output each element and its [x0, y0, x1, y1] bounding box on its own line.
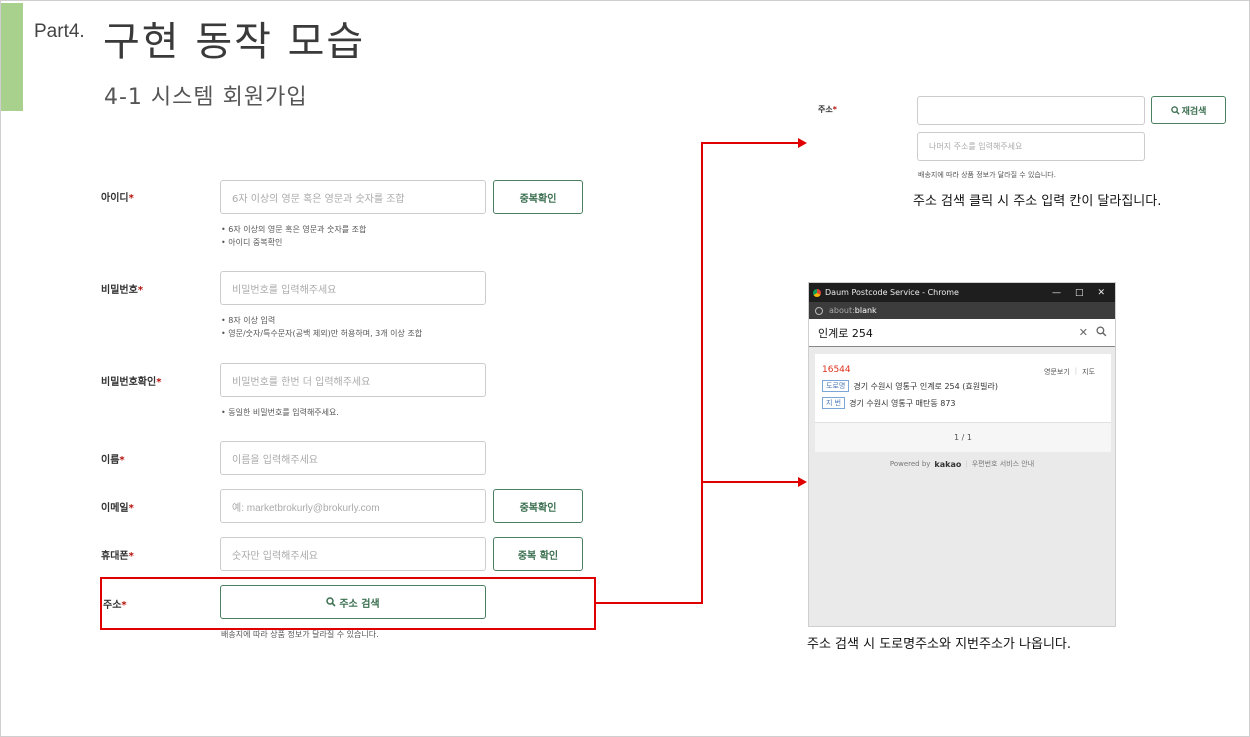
address-detail-input[interactable]: 나머지 주소를 입력해주세요 [917, 132, 1145, 161]
url-path: blank [854, 306, 877, 315]
page-title: 구현 동작 모습 [103, 19, 366, 65]
maximize-icon[interactable]: □ [1075, 288, 1084, 298]
postcode-popup-window: Daum Postcode Service - Chrome — □ ✕ abo… [808, 282, 1116, 627]
phone-duplicate-check-button[interactable]: 중복 확인 [493, 537, 583, 571]
map-link[interactable]: 지도 [1082, 367, 1095, 377]
part-label: Part4. [34, 21, 85, 42]
page-subtitle: 4-1 시스템 회원가입 [104, 85, 308, 110]
zipcode: 16544 [822, 365, 851, 375]
popup-title: Daum Postcode Service - Chrome [825, 288, 959, 297]
postcode-query: 인계로 254 [818, 326, 873, 340]
email-input[interactable]: 예: marketbrokurly@brokurly.com [220, 489, 486, 523]
address-highlight-box [100, 577, 596, 630]
password-hints: • 8자 이상 입력 • 영문/숫자/특수문자(공백 제외)만 허용하며, 3개… [221, 316, 423, 338]
address-expanded-note: 배송지에 따라 상품 정보가 달라질 수 있습니다. [918, 171, 1056, 179]
url-scheme: about: [829, 306, 855, 315]
clear-icon[interactable]: ✕ [1079, 326, 1088, 339]
postcode-result-item[interactable]: 16544 영문보기 | 지도 도로명 경기 수원시 영통구 인계로 254 (… [815, 354, 1111, 422]
password-confirm-input[interactable]: 비밀번호를 한번 더 입력해주세요 [220, 363, 486, 397]
email-duplicate-check-button[interactable]: 중복확인 [493, 489, 583, 523]
address-main-input[interactable] [917, 96, 1145, 125]
popup-urlbar[interactable]: about: blank [809, 302, 1115, 319]
chrome-icon [813, 288, 821, 297]
id-label: 아이디* [101, 193, 134, 204]
postcode-search-input[interactable]: 인계로 254 ✕ [809, 319, 1115, 347]
id-input[interactable]: 6자 이상의 영문 혹은 영문과 숫자를 조합 [220, 180, 486, 214]
info-icon [815, 306, 823, 315]
english-view-link[interactable]: 영문보기 [1044, 367, 1070, 377]
road-address-tag: 도로명 [822, 380, 850, 392]
phone-input[interactable]: 숫자만 입력해주세요 [220, 537, 486, 571]
popup-titlebar: Daum Postcode Service - Chrome — □ ✕ [809, 283, 1115, 302]
kakao-logo: kakao [934, 459, 962, 469]
name-input[interactable]: 이름을 입력해주세요 [220, 441, 486, 475]
id-duplicate-check-button[interactable]: 중복확인 [493, 180, 583, 214]
name-label: 이름* [101, 455, 125, 466]
search-icon [1170, 105, 1180, 115]
connector-horizontal [596, 602, 703, 604]
lot-address[interactable]: 경기 수원시 영통구 매탄동 873 [849, 398, 955, 409]
popup-caption: 주소 검색 시 도로명주소와 지번주소가 나옵니다. [807, 637, 1071, 652]
road-address[interactable]: 경기 수원시 영통구 인계로 254 (효원빌라) [853, 381, 998, 392]
connector-vertical [701, 142, 703, 604]
lot-address-tag: 지 번 [822, 397, 846, 409]
pagination[interactable]: 1 / 1 [815, 422, 1111, 452]
password-confirm-label: 비밀번호확인* [101, 377, 162, 388]
password-confirm-hints: • 동일한 비밀번호를 입력해주세요. [221, 408, 339, 417]
address-expanded-caption: 주소 검색 클릭 시 주소 입력 칸이 달라집니다. [913, 194, 1162, 209]
connector-top [701, 142, 799, 144]
minimize-icon[interactable]: — [1052, 288, 1061, 298]
arrow-head-top [798, 138, 807, 148]
slide: Part4. 구현 동작 모습 4-1 시스템 회원가입 아이디* 6자 이상의… [0, 0, 1250, 737]
close-icon[interactable]: ✕ [1097, 288, 1105, 298]
accent-bar [1, 3, 23, 111]
phone-label: 휴대폰* [101, 551, 134, 562]
service-info-link[interactable]: 우편번호 서비스 안내 [972, 459, 1034, 469]
address-expanded-label: 주소* [818, 105, 837, 114]
connector-bottom [701, 481, 799, 483]
research-button-label: 재검색 [1181, 106, 1207, 117]
email-label: 이메일* [101, 503, 134, 514]
search-icon[interactable] [1096, 326, 1107, 337]
id-hints: • 6자 이상의 영문 혹은 영문과 숫자를 조합 • 아이디 중복확인 [221, 225, 367, 247]
arrow-head-bottom [798, 477, 807, 487]
password-label: 비밀번호* [101, 285, 144, 296]
research-button[interactable]: 재검색 [1151, 96, 1226, 124]
popup-footer: Powered by kakao | 우편번호 서비스 안내 [889, 459, 1035, 469]
password-input[interactable]: 비밀번호를 입력해주세요 [220, 271, 486, 305]
powered-by-text: Powered by [889, 460, 931, 468]
